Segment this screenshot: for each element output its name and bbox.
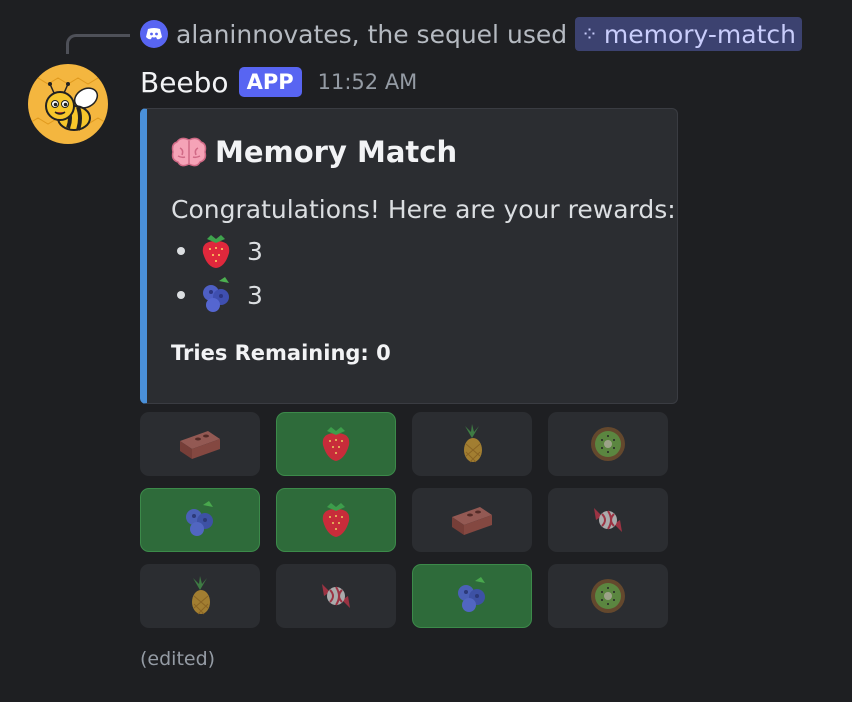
card-button[interactable] [548,412,668,476]
candy-icon [322,584,350,608]
reward-item: 3 [177,277,263,313]
card-button[interactable] [412,488,532,552]
embed-card: Memory Match Congratulations! Here are y… [140,108,678,404]
strawberry-icon [322,503,350,537]
reply-action-text: used [507,19,568,49]
card-button[interactable] [548,564,668,628]
reward-count: 3 [247,236,263,266]
avatar[interactable] [28,64,108,144]
strawberry-icon [322,427,350,461]
card-button[interactable] [276,564,396,628]
blueberries-icon [203,277,229,312]
edited-label: (edited) [140,648,216,670]
slash-command-icon: ⁘ [581,22,598,46]
command-mention[interactable]: ⁘ memory-match [575,17,802,51]
kiwi-icon [591,579,625,613]
card-button[interactable] [140,564,260,628]
pineapple-icon [464,424,482,463]
kiwi-icon [591,427,625,461]
blueberries-icon [186,501,213,536]
reward-item: 3 [177,233,263,269]
card-button[interactable] [412,412,532,476]
card-button[interactable] [140,412,260,476]
card-button[interactable] [276,412,396,476]
bee-icon [28,77,108,131]
card-button[interactable] [548,488,668,552]
tries-remaining: Tries Remaining: 0 [171,341,391,365]
brick-icon [452,507,492,535]
reply-username[interactable]: alaninnovates, the sequel [176,20,499,49]
pineapple-icon [192,576,210,615]
card-button[interactable] [276,488,396,552]
embed-title-text: Memory Match [215,135,458,169]
reply-connector [66,34,130,54]
command-name: memory-match [603,19,796,49]
message-username[interactable]: Beebo [140,66,229,99]
strawberry-icon [202,235,230,268]
embed-description: Congratulations! Here are your rewards: [171,195,676,224]
bullet [177,291,185,299]
app-badge: APP [238,67,302,97]
message-header: Beebo APP 11:52 AM [140,62,417,102]
embed-title: Memory Match [171,135,457,169]
blueberries-icon [458,577,485,612]
memory-grid [140,412,668,628]
reward-count: 3 [247,280,263,310]
bullet [177,247,185,255]
brain-icon [171,137,207,167]
brick-icon [180,431,220,459]
card-button[interactable] [140,488,260,552]
discord-icon [140,20,168,48]
reply-context[interactable]: alaninnovates, the sequel used ⁘ memory-… [140,16,802,52]
card-button[interactable] [412,564,532,628]
candy-icon [594,508,622,532]
message-timestamp[interactable]: 11:52 AM [318,70,418,94]
